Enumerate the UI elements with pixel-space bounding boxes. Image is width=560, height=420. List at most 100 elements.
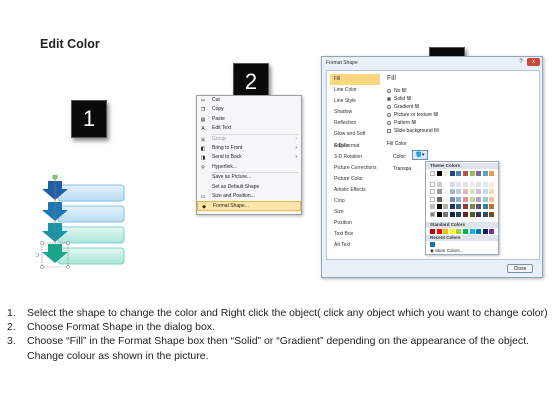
standard-color-swatch[interactable] xyxy=(443,229,449,234)
radio-button[interactable] xyxy=(387,112,391,117)
menu-item-size-position[interactable]: ▭ Size and Position... xyxy=(197,192,301,201)
category-3d-format[interactable]: 3-D Format xyxy=(330,141,380,152)
theme-color-swatch[interactable] xyxy=(469,181,475,187)
category-line-color[interactable]: Line Color xyxy=(330,85,380,96)
theme-color-swatch[interactable] xyxy=(456,196,462,202)
menu-item-cut[interactable]: ✂ Cut xyxy=(197,96,301,105)
theme-color-swatch[interactable] xyxy=(482,189,488,194)
theme-color-swatch[interactable] xyxy=(469,189,475,194)
theme-color-swatch[interactable] xyxy=(449,196,455,202)
category-picture-color[interactable]: Picture Color xyxy=(330,174,380,185)
recent-color-swatch[interactable] xyxy=(430,242,435,247)
close-icon[interactable]: x xyxy=(527,58,540,66)
menu-item-paste[interactable]: ▤ Paste xyxy=(197,115,301,124)
standard-color-swatch[interactable] xyxy=(469,229,475,234)
category-fill[interactable]: Fill xyxy=(330,74,380,86)
menu-item-copy[interactable]: ❐ Copy xyxy=(197,105,301,114)
theme-color-swatch[interactable] xyxy=(430,171,435,176)
category-position[interactable]: Position xyxy=(330,218,380,229)
theme-color-swatch[interactable] xyxy=(430,189,435,194)
standard-color-swatch[interactable] xyxy=(463,229,468,234)
menu-item-send-to-back[interactable]: ◨ Send to Back › xyxy=(197,153,301,162)
theme-color-swatch[interactable] xyxy=(489,171,495,176)
theme-color-swatch[interactable] xyxy=(469,211,475,217)
menu-item-save-as-picture[interactable]: Save as Picture... xyxy=(197,173,301,182)
standard-color-swatch[interactable] xyxy=(489,229,495,234)
theme-color-swatch[interactable] xyxy=(456,211,462,217)
radio-no-fill[interactable]: No fill xyxy=(387,88,407,95)
theme-color-swatch[interactable] xyxy=(443,171,449,176)
theme-color-swatch[interactable] xyxy=(482,196,488,202)
theme-color-swatch[interactable] xyxy=(489,189,495,194)
theme-color-swatch[interactable] xyxy=(482,171,488,176)
theme-color-swatch[interactable] xyxy=(449,211,455,217)
theme-color-swatch[interactable] xyxy=(443,196,449,202)
theme-color-swatch[interactable] xyxy=(482,204,488,209)
shape-group-graphic[interactable] xyxy=(36,175,132,270)
theme-color-swatch[interactable] xyxy=(463,196,468,202)
menu-item-group[interactable]: ▣ Group › xyxy=(197,135,301,144)
theme-color-swatch[interactable] xyxy=(443,181,449,187)
theme-color-swatch[interactable] xyxy=(436,196,442,202)
theme-color-swatch[interactable] xyxy=(489,211,495,217)
theme-color-swatch[interactable] xyxy=(476,204,482,209)
close-button[interactable]: Close xyxy=(507,264,533,273)
theme-color-swatch[interactable] xyxy=(443,204,449,209)
theme-color-swatch[interactable] xyxy=(430,204,435,209)
theme-color-swatch[interactable] xyxy=(449,171,455,176)
category-crop[interactable]: Crop xyxy=(330,196,380,207)
theme-color-swatch[interactable] xyxy=(436,181,442,187)
category-line-style[interactable]: Line Style xyxy=(330,96,380,107)
menu-item-set-default-shape[interactable]: Set as Default Shape xyxy=(197,183,301,192)
theme-color-swatch[interactable] xyxy=(436,211,442,217)
category-glow[interactable]: Glow and Soft Edges xyxy=(330,129,380,148)
menu-item-format-shape[interactable]: ◆ Format Shape... xyxy=(197,201,301,211)
theme-color-swatch[interactable] xyxy=(463,211,468,217)
radio-button[interactable] xyxy=(387,120,391,125)
standard-color-swatch[interactable] xyxy=(482,229,488,234)
theme-color-swatch[interactable] xyxy=(469,196,475,202)
color-picker-button[interactable]: 🪣▾ xyxy=(412,150,428,160)
theme-color-swatch[interactable] xyxy=(476,189,482,194)
theme-color-swatch[interactable] xyxy=(476,181,482,187)
theme-color-swatch[interactable] xyxy=(482,211,488,217)
theme-color-swatch[interactable] xyxy=(449,189,455,194)
theme-color-swatch[interactable] xyxy=(469,171,475,176)
radio-button[interactable] xyxy=(387,88,391,93)
category-reflection[interactable]: Reflection xyxy=(330,118,380,129)
category-size[interactable]: Size xyxy=(330,207,380,218)
radio-button[interactable] xyxy=(387,104,391,109)
theme-color-swatch[interactable] xyxy=(436,204,442,209)
standard-color-swatch[interactable] xyxy=(449,229,455,234)
checkbox-slide-background[interactable]: Slide background fill xyxy=(387,128,439,135)
theme-color-swatch[interactable] xyxy=(430,181,435,187)
theme-color-swatch[interactable] xyxy=(476,196,482,202)
theme-color-swatch[interactable] xyxy=(463,189,468,194)
theme-color-swatch[interactable] xyxy=(489,181,495,187)
theme-color-swatch[interactable] xyxy=(436,171,442,176)
menu-item-edit-text[interactable]: A Edit Text xyxy=(197,124,301,133)
theme-color-swatch[interactable] xyxy=(456,189,462,194)
theme-color-swatch[interactable] xyxy=(430,196,435,202)
menu-item-hyperlink[interactable]: ⚲ Hyperlink... xyxy=(197,163,301,172)
radio-solid-fill[interactable]: Solid fill xyxy=(387,96,411,103)
radio-gradient-fill[interactable]: Gradient fill xyxy=(387,104,419,111)
category-shadow[interactable]: Shadow xyxy=(330,107,380,118)
category-artistic-effects[interactable]: Artistic Effects xyxy=(330,185,380,196)
standard-color-swatch[interactable] xyxy=(456,229,462,234)
radio-pattern-fill[interactable]: Pattern fill xyxy=(387,120,416,127)
theme-color-swatch[interactable] xyxy=(449,204,455,209)
category-text-box[interactable]: Text Box xyxy=(330,229,380,240)
category-alt-text[interactable]: Alt Text xyxy=(330,240,380,251)
category-picture-corrections[interactable]: Picture Corrections xyxy=(330,163,380,174)
radio-button[interactable] xyxy=(387,96,391,101)
theme-color-swatch[interactable] xyxy=(436,189,442,194)
theme-color-swatch[interactable] xyxy=(463,204,468,209)
theme-color-swatch[interactable] xyxy=(456,204,462,209)
radio-picture-fill[interactable]: Picture or texture fill xyxy=(387,112,438,119)
selected-shape-group[interactable] xyxy=(36,175,132,270)
standard-color-swatch[interactable] xyxy=(476,229,482,234)
menu-item-bring-to-front[interactable]: ◧ Bring to Front › xyxy=(197,144,301,153)
checkbox[interactable] xyxy=(387,128,391,133)
theme-color-swatch[interactable] xyxy=(476,211,482,217)
